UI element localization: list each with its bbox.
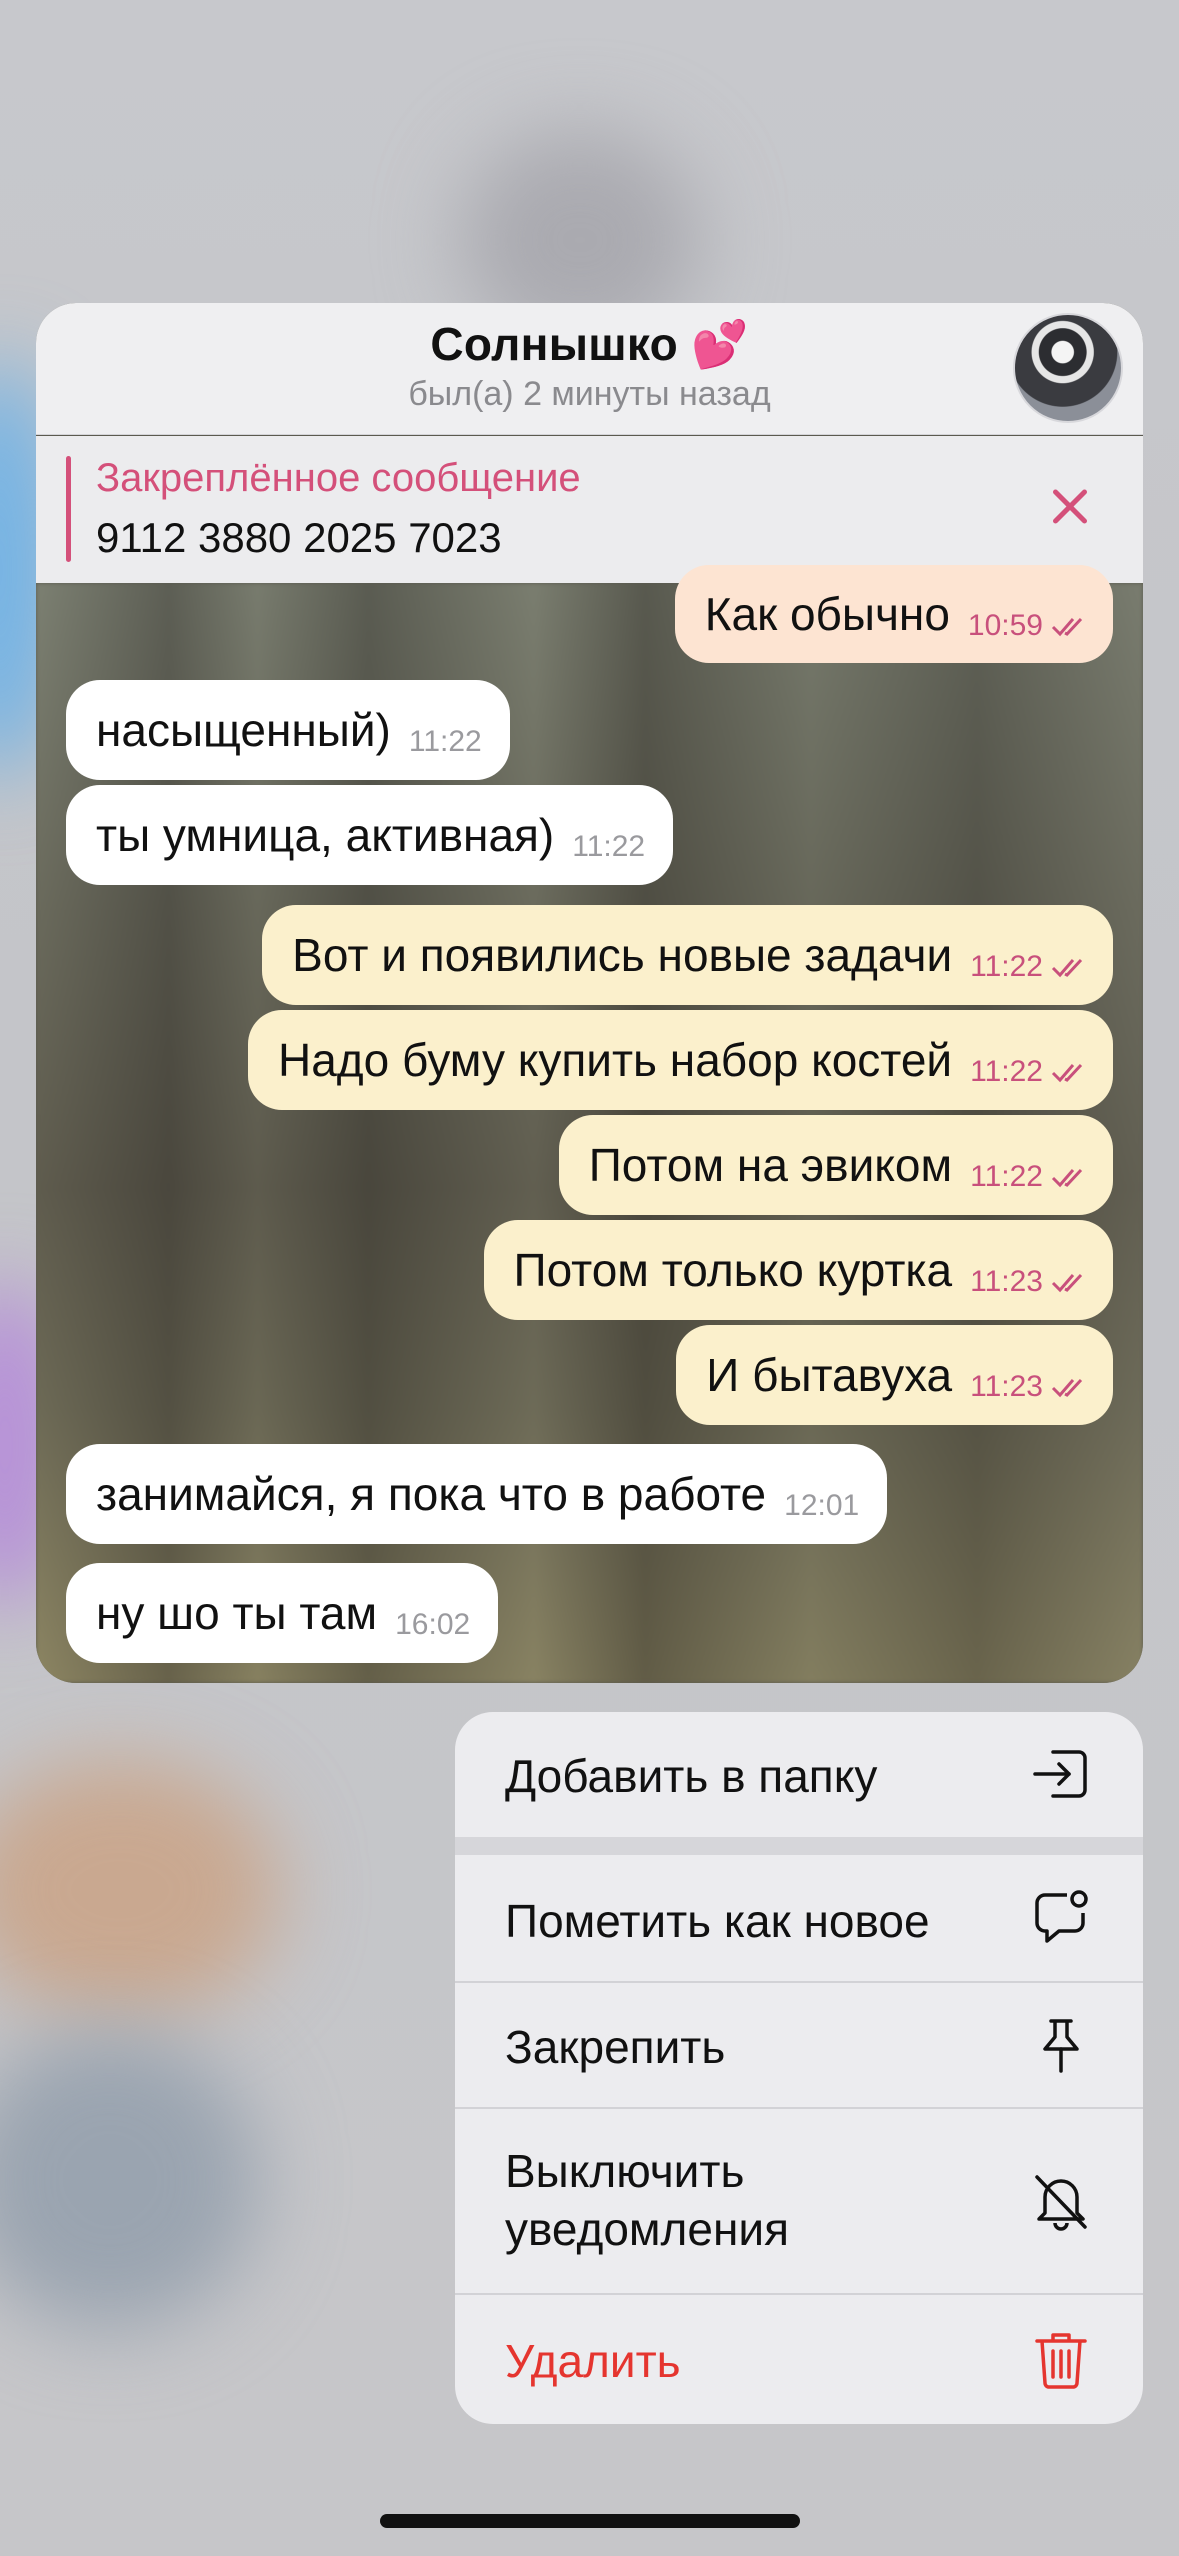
message-bubble[interactable]: ну шо ты там 16:02 — [66, 1563, 499, 1663]
message-time: 11:22 — [970, 950, 1091, 984]
background-blob — [0, 1760, 280, 2020]
chat-preview[interactable]: Солнышко 💕 был(а) 2 минуты назад Закрепл… — [36, 303, 1143, 1683]
message-time: 11:22 — [970, 1055, 1091, 1089]
pinned-text: 9112 3880 2025 7023 — [96, 514, 502, 561]
background-blob — [0, 2030, 260, 2330]
close-icon[interactable] — [1043, 480, 1097, 534]
message-bubble[interactable]: Надо буму купить набор костей 11:22 — [247, 1010, 1113, 1110]
message-text: Потом на эвиком — [588, 1139, 953, 1191]
message-time: 12:01 — [784, 1489, 860, 1522]
double-check-icon — [1051, 1059, 1091, 1085]
time-label: 10:59 — [967, 609, 1043, 642]
time-label: 11:22 — [970, 1160, 1043, 1193]
menu-item-label: Добавить в папку — [505, 1750, 878, 1802]
menu-item-label: Пометить как новое — [505, 1895, 930, 1947]
message-time: 11:22 — [572, 830, 646, 863]
pin-icon — [1029, 2013, 1093, 2077]
time-label: 11:22 — [970, 1055, 1043, 1088]
message-bubble[interactable]: ты умница, активная) 11:22 — [66, 785, 674, 885]
menu-item-label: Закрепить — [505, 2021, 726, 2073]
time-label: 11:23 — [970, 1265, 1043, 1298]
message-text: И бытавуха — [706, 1349, 953, 1401]
trash-icon — [1029, 2327, 1093, 2391]
message-bubble[interactable]: Вот и появились новые задачи 11:22 — [262, 905, 1113, 1005]
time-label: 11:22 — [970, 950, 1043, 983]
message-time: 16:02 — [395, 1608, 471, 1641]
pinned-message-bar[interactable]: Закреплённое сообщение 9112 3880 2025 70… — [36, 436, 1143, 583]
message-bubble[interactable]: Потом только куртка 11:23 — [483, 1220, 1113, 1320]
message-bubble[interactable]: занимайся, я пока что в работе 12:01 — [66, 1444, 888, 1544]
message-text: Потом только куртка — [513, 1244, 953, 1296]
add-to-folder-icon — [1029, 1742, 1093, 1806]
message-text: ты умница, активная) — [96, 809, 555, 861]
time-label: 11:23 — [970, 1370, 1043, 1403]
menu-item-add-to-folder[interactable]: Добавить в папку — [455, 1712, 1143, 1837]
pinned-accent-bar — [66, 456, 71, 562]
double-check-icon — [1051, 1269, 1091, 1295]
chat-status: был(а) 2 минуты назад — [408, 375, 771, 413]
message-time: 11:22 — [970, 1160, 1091, 1194]
menu-item-delete[interactable]: Удалить — [455, 2295, 1143, 2424]
message-text: Как обычно — [704, 588, 950, 640]
message-bubble[interactable]: И бытавуха 11:23 — [676, 1325, 1113, 1425]
chat-title: Солнышко 💕 — [430, 318, 749, 370]
message-time: 10:59 — [968, 609, 1091, 643]
message-text: Вот и появились новые задачи — [292, 929, 953, 981]
menu-item-mute-notifications[interactable]: Выключить уведомления — [455, 2109, 1143, 2293]
robot-avatar-icon[interactable] — [1013, 313, 1123, 423]
double-check-icon — [1051, 613, 1091, 639]
message-bubble[interactable]: Потом на эвиком 11:22 — [558, 1115, 1113, 1215]
message-time: 11:23 — [970, 1265, 1091, 1299]
pinned-title: Закреплённое сообщение — [96, 456, 581, 500]
message-text: Надо буму купить набор костей — [277, 1034, 953, 1086]
message-time: 11:22 — [408, 725, 482, 758]
menu-item-label: Удалить — [505, 2335, 681, 2387]
menu-item-pin[interactable]: Закрепить — [455, 1983, 1143, 2107]
context-menu: Добавить в папку Пометить как новое Закр… — [455, 1712, 1143, 2424]
message-text: занимайся, я пока что в работе — [96, 1468, 767, 1520]
chat-header: Солнышко 💕 был(а) 2 минуты назад — [36, 303, 1143, 435]
mute-bell-icon — [1029, 2169, 1093, 2233]
message-bubble[interactable]: Как обычно 10:59 — [674, 565, 1113, 663]
mark-unread-icon — [1029, 1885, 1093, 1949]
message-bubble[interactable]: насыщенный) 11:22 — [66, 680, 510, 780]
menu-item-mark-as-new[interactable]: Пометить как новое — [455, 1855, 1143, 1981]
double-check-icon — [1051, 1164, 1091, 1190]
message-text: насыщенный) — [96, 704, 391, 756]
menu-group-separator — [455, 1837, 1143, 1855]
message-time: 11:23 — [970, 1370, 1091, 1404]
menu-item-label: Выключить уведомления — [505, 2145, 789, 2255]
double-check-icon — [1051, 1374, 1091, 1400]
home-indicator[interactable] — [380, 2514, 800, 2528]
message-text: ну шо ты там — [96, 1587, 378, 1639]
double-check-icon — [1051, 954, 1091, 980]
